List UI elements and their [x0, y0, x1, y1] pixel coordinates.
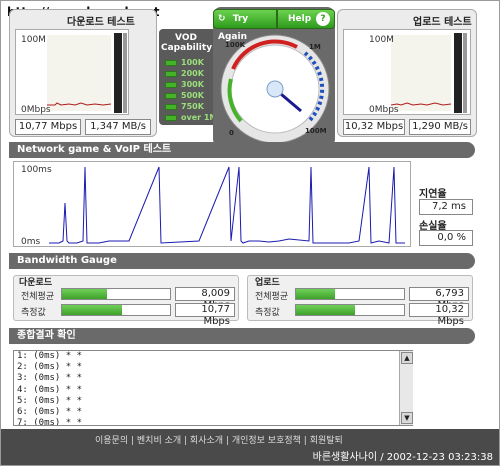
- download-level-side: [123, 33, 127, 113]
- dial-label-1m: 1M: [309, 43, 321, 51]
- bandwidth-upload-avg-fill: [296, 289, 335, 299]
- upload-mbps: 10,32 Mbps: [343, 119, 405, 135]
- help-icon: ?: [316, 12, 330, 26]
- vod-level-label: 300K: [181, 80, 204, 89]
- result-scrollbar[interactable]: ▲ ▼: [399, 351, 413, 425]
- network-graph-line: [49, 166, 405, 244]
- loss-value: 0,0 %: [419, 230, 473, 246]
- vod-indicator-icon: [165, 103, 177, 110]
- vod-level-label: 750K: [181, 102, 204, 111]
- download-mbps: 10,77 Mbps: [15, 119, 81, 135]
- latency-label: 지연율: [419, 189, 447, 200]
- vod-indicator-icon: [165, 70, 177, 77]
- vod-level-label: over 1M: [181, 113, 218, 122]
- bandwidth-upload-measured-value: 10,32 Mbps: [409, 303, 469, 327]
- dial-label-100k: 100K: [225, 41, 246, 49]
- footer-separator: |: [128, 436, 137, 446]
- bandwidth-download-avg-value: 8,009 Mbps: [175, 287, 235, 311]
- bandwidth-section-bar: Bandwidth Gauge: [9, 253, 475, 269]
- network-y-bottom: 0ms: [21, 237, 41, 247]
- network-y-top: 100ms: [21, 165, 52, 175]
- help-label: Help: [288, 14, 312, 24]
- vod-level-label: 200K: [181, 69, 204, 78]
- refresh-icon: ↻: [218, 14, 226, 24]
- vod-level-3: 500K: [165, 90, 215, 101]
- footer-link-3[interactable]: 개인정보 보호정책: [232, 436, 301, 446]
- bandwidth-download-title: 다운로드: [19, 278, 53, 288]
- latency-value: 7,2 ms: [419, 199, 473, 215]
- upload-graph-line: [391, 102, 451, 106]
- bandwidth-upload-measured-fill: [296, 305, 356, 315]
- bandwidth-download-measured-fill: [62, 305, 123, 315]
- download-y-top: 100M: [21, 35, 46, 45]
- footer-separator: |: [300, 436, 310, 446]
- result-textarea[interactable]: 1: (0ms) * * 2: (0ms) * * 3: (0ms) * * 4…: [13, 350, 413, 426]
- footer-links: 이용문의 | 벤치비 소개 | 회사소개 | 개인정보 보호정책 | 회원탈퇴: [95, 433, 425, 446]
- bandwidth-download-avg-fill: [62, 289, 108, 299]
- footer-link-2[interactable]: 회사소개: [190, 436, 223, 446]
- download-mbs: 1,347 MB/s: [85, 119, 151, 135]
- speedtest-window: http://www.bcpark.net 다운로드 테스트 100M 0Mbp…: [0, 0, 500, 466]
- footer-stamp: 바른생활사나이 / 2002-12-23 03:23:38: [312, 452, 493, 463]
- vod-level-label: 100K: [181, 58, 204, 67]
- bandwidth-upload-avg-value: 6,793 Mbps: [409, 287, 469, 311]
- bandwidth-download-avg-bar: [61, 288, 171, 300]
- vod-indicator-icon: [165, 92, 177, 99]
- bandwidth-download-avg-label: 전체평균: [21, 292, 55, 302]
- try-again-button[interactable]: ↻ Try Again: [213, 9, 277, 42]
- vod-title: VOD Capability: [161, 33, 213, 53]
- scroll-down-arrow[interactable]: ▼: [401, 412, 413, 424]
- footer-link-1[interactable]: 벤치비 소개: [137, 436, 181, 446]
- upload-mbs: 1,290 MB/s: [409, 119, 471, 135]
- help-button[interactable]: Help ?: [277, 9, 335, 29]
- vod-level-label: 500K: [181, 91, 204, 100]
- download-title: 다운로드 테스트: [67, 17, 135, 28]
- footer-link-4[interactable]: 회원탈퇴: [310, 436, 343, 446]
- dial-label-100m: 100M: [305, 127, 327, 135]
- vod-level-1: 200K: [165, 68, 215, 79]
- footer-separator: |: [181, 436, 190, 446]
- dial-label-0: 0: [229, 129, 234, 137]
- vod-level-list: 100K 200K 300K 500K 750K over 1M: [165, 57, 218, 123]
- vod-level-4: 750K: [165, 101, 215, 112]
- bandwidth-download-measured-bar: [61, 304, 171, 316]
- download-level-bar: [114, 33, 122, 113]
- bandwidth-upload-title: 업로드: [255, 278, 280, 288]
- footer-separator: |: [223, 436, 232, 446]
- bandwidth-upload-avg-bar: [295, 288, 405, 300]
- footer: 이용문의 | 벤치비 소개 | 회사소개 | 개인정보 보호정책 | 회원탈퇴 …: [1, 429, 499, 465]
- vod-level-2: 300K: [165, 79, 215, 90]
- bandwidth-upload-avg-label: 전체평균: [255, 292, 289, 302]
- vod-indicator-icon: [165, 81, 177, 88]
- scroll-up-arrow[interactable]: ▲: [401, 352, 413, 364]
- network-section-bar: Network game & VoIP 테스트: [9, 142, 475, 158]
- bandwidth-upload-measured-label: 측정값: [255, 308, 280, 318]
- vod-level-0: 100K: [165, 57, 215, 68]
- upload-level-side: [463, 33, 467, 113]
- vod-level-5: over 1M: [165, 112, 218, 123]
- upload-level-bar: [454, 33, 462, 113]
- bandwidth-download-measured-value: 10,77 Mbps: [175, 303, 235, 327]
- bandwidth-upload-measured-bar: [295, 304, 405, 316]
- vod-indicator-icon: [165, 114, 177, 121]
- vod-indicator-icon: [165, 59, 177, 66]
- upload-title: 업로드 테스트: [413, 17, 472, 28]
- download-graph-line: [47, 102, 111, 106]
- result-section-bar: 종합결과 확인: [9, 328, 475, 344]
- footer-link-0[interactable]: 이용문의: [95, 436, 128, 446]
- bandwidth-download-measured-label: 측정값: [21, 308, 46, 318]
